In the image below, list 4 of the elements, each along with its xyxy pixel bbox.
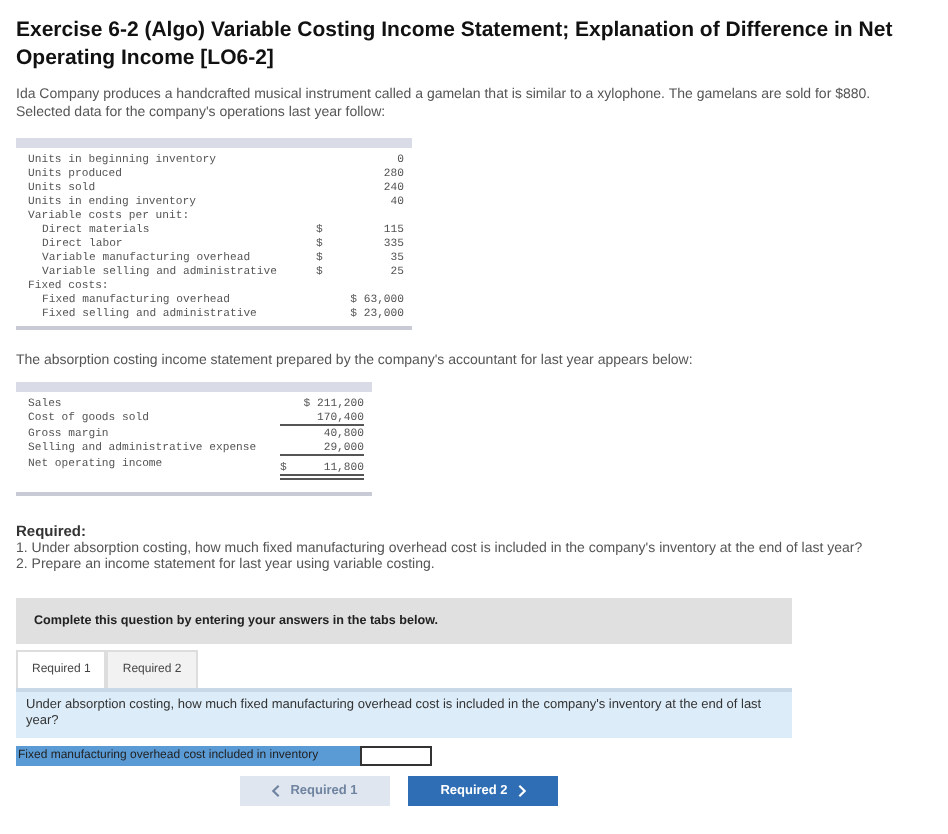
chevron-right-icon bbox=[517, 783, 526, 797]
chevron-left-icon bbox=[272, 783, 281, 797]
answer-field[interactable] bbox=[360, 745, 432, 765]
exercise-title: Exercise 6-2 (Algo) Variable Costing Income Statement; Explanation of Difference in Net Operating Income [LO6-2] bbox=[16, 16, 895, 72]
